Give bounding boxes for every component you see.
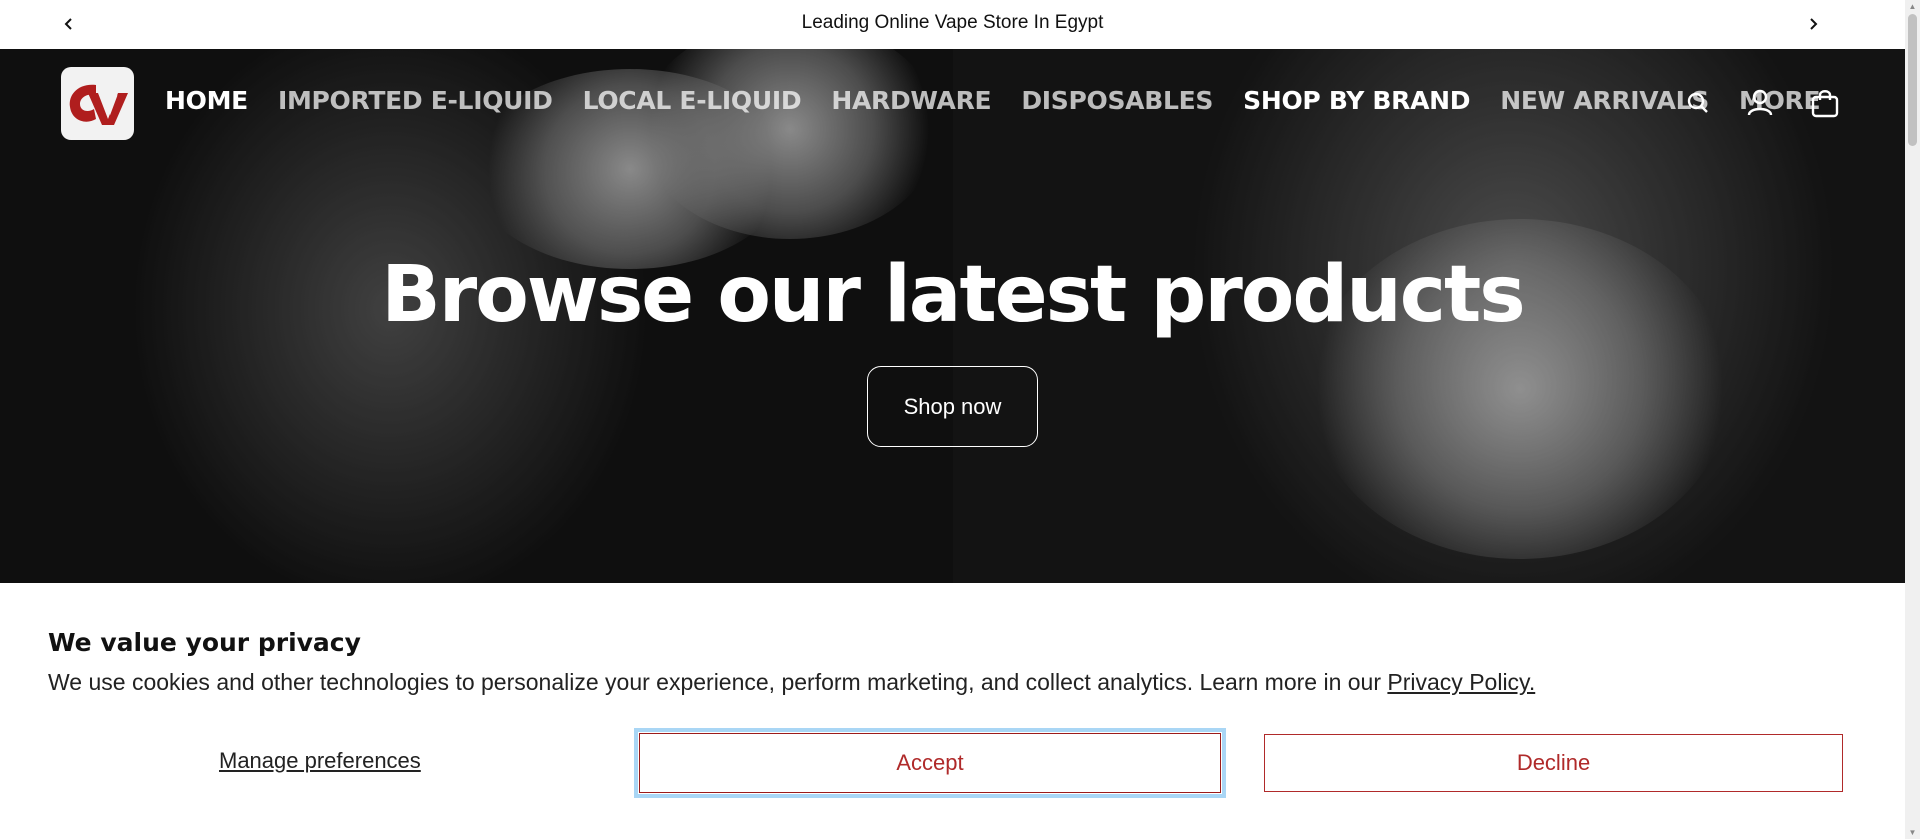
search-icon[interactable] [1683,88,1713,118]
store-logo[interactable] [61,67,134,140]
main-nav: HOME IMPORTED E-LIQUID LOCAL E-LIQUID HA… [165,86,1850,115]
scrollbar-thumb[interactable] [1908,14,1917,146]
account-icon[interactable] [1745,88,1775,118]
page-scrollbar[interactable]: ▲ ▼ [1905,0,1920,839]
shop-now-button[interactable]: Shop now [867,366,1038,447]
nav-disposables[interactable]: DISPOSABLES [1021,86,1213,115]
announcement-text: Leading Online Vape Store In Egypt [801,12,1104,33]
scroll-down-icon[interactable]: ▼ [1908,828,1917,837]
nav-hardware[interactable]: HARDWARE [831,86,991,115]
nav-imported-e-liquid[interactable]: IMPORTED E-LIQUID [278,86,553,115]
hero-title: Browse our latest products [381,250,1525,340]
decline-button[interactable]: Decline [1264,734,1843,792]
scroll-up-icon[interactable]: ▲ [1908,2,1917,11]
cookie-message: We use cookies and other technologies to… [48,669,1535,696]
chevron-right-icon[interactable] [1801,12,1825,36]
nav-new-arrivals[interactable]: NEW ARRIVALS [1500,86,1709,115]
cookie-banner: We value your privacy We use cookies and… [0,583,1905,839]
hero-banner: Browse our latest products Shop now [0,49,1905,583]
nav-home[interactable]: HOME [165,86,248,115]
accept-button[interactable]: Accept [634,728,1226,798]
cookie-title: We value your privacy [48,628,361,657]
cookie-message-text: We use cookies and other technologies to… [48,669,1388,695]
header-actions [1683,88,1840,118]
nav-shop-by-brand[interactable]: SHOP BY BRAND [1243,86,1470,115]
nav-local-e-liquid[interactable]: LOCAL E-LIQUID [583,86,802,115]
cart-icon[interactable] [1810,88,1840,118]
privacy-policy-link[interactable]: Privacy Policy. [1387,669,1535,695]
manage-preferences-link[interactable]: Manage preferences [219,748,421,774]
announcement-bar: Leading Online Vape Store In Egypt [0,0,1905,49]
